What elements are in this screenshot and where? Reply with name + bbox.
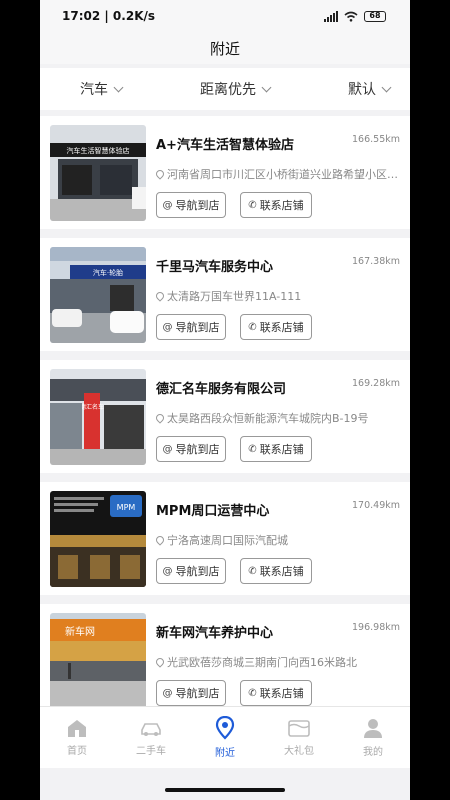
shop-photo: MPM <box>50 491 146 587</box>
navigation-icon: @ <box>162 687 173 699</box>
navigation-icon: @ <box>162 199 173 211</box>
chevron-down-icon <box>381 82 392 92</box>
battery-icon: 68 <box>364 10 386 22</box>
bottom-tab-bar: 首页 二手车 附近 大礼包 我的 <box>40 706 410 768</box>
user-icon <box>364 719 382 738</box>
navigation-icon: @ <box>162 321 173 333</box>
location-pin-icon <box>156 656 166 668</box>
shop-card[interactable]: MPM MPM周口运营中心 170.49km 宁洛高速周口国际汽配城 @ 导航到店… <box>40 482 410 595</box>
shop-photo: 德汇名车 <box>50 369 146 465</box>
gift-icon <box>288 720 310 737</box>
home-indicator <box>165 788 285 792</box>
navigate-to-shop-button[interactable]: @ 导航到店 <box>156 680 226 706</box>
navigate-to-shop-button[interactable]: @ 导航到店 <box>156 314 226 340</box>
shop-photo: 新车网 <box>50 613 146 709</box>
navigation-icon: @ <box>162 443 173 455</box>
shop-address: 太昊路西段众恒新能源汽车城院内B-19号 <box>156 410 400 426</box>
phone-icon: ✆ <box>248 321 257 333</box>
shop-distance: 196.98km <box>352 622 400 633</box>
shop-card[interactable]: 德汇名车 德汇名车服务有限公司 169.28km 太昊路西段众恒新能源汽车城院内… <box>40 360 410 473</box>
phone-icon: ✆ <box>248 199 257 211</box>
shop-list: 汽车生活智慧体验店 A+汽车生活智慧体验店 166.55km 河南省周口市川汇区… <box>40 116 410 726</box>
tab-profile[interactable]: 我的 <box>336 707 410 768</box>
phone-icon: ✆ <box>248 443 257 455</box>
filter-bar: 汽车 距离优先 默认 <box>40 68 410 110</box>
status-icons: 68 <box>324 10 386 22</box>
signal-icon <box>324 10 338 22</box>
filter-category[interactable]: 汽车 <box>80 79 124 99</box>
shop-name: A+汽车生活智慧体验店 <box>156 138 294 153</box>
shop-card[interactable]: 新车网 新车网汽车养护中心 196.98km 光武欧蓓莎商城三期南门向西16米路… <box>40 604 410 717</box>
shop-name: MPM周口运营中心 <box>156 504 270 519</box>
app-screen: 17:02 | 0.2K/s 68 附近 汽车 距离优先 默认 汽车生活智慧体验… <box>40 0 410 800</box>
tab-nearby[interactable]: 附近 <box>188 707 262 768</box>
shop-distance: 170.49km <box>352 500 400 511</box>
location-icon <box>215 716 235 740</box>
navigate-to-shop-button[interactable]: @ 导航到店 <box>156 436 226 462</box>
contact-shop-button[interactable]: ✆ 联系店铺 <box>240 192 312 218</box>
location-pin-icon <box>156 290 166 302</box>
navigate-to-shop-button[interactable]: @ 导航到店 <box>156 558 226 584</box>
chevron-down-icon <box>113 82 124 92</box>
tab-gift[interactable]: 大礼包 <box>262 707 336 768</box>
contact-shop-button[interactable]: ✆ 联系店铺 <box>240 680 312 706</box>
contact-shop-button[interactable]: ✆ 联系店铺 <box>240 558 312 584</box>
filter-sort[interactable]: 距离优先 <box>200 79 272 99</box>
shop-name: 千里马汽车服务中心 <box>156 260 274 275</box>
shop-distance: 166.55km <box>352 134 400 145</box>
shop-address: 宁洛高速周口国际汽配城 <box>156 532 400 548</box>
status-time: 17:02 | 0.2K/s <box>62 9 156 23</box>
phone-icon: ✆ <box>248 687 257 699</box>
shop-name: 德汇名车服务有限公司 <box>156 382 287 397</box>
status-bar: 17:02 | 0.2K/s 68 <box>40 0 410 32</box>
shop-name: 新车网汽车养护中心 <box>156 626 274 641</box>
tab-home[interactable]: 首页 <box>40 707 114 768</box>
contact-shop-button[interactable]: ✆ 联系店铺 <box>240 436 312 462</box>
contact-shop-button[interactable]: ✆ 联系店铺 <box>240 314 312 340</box>
shop-distance: 169.28km <box>352 378 400 389</box>
shop-address: 河南省周口市川汇区小桥街道兴业路希望小区西南角 <box>156 166 400 182</box>
svg-text:德汇名车: 德汇名车 <box>80 403 104 411</box>
svg-text:汽车·轮胎: 汽车·轮胎 <box>93 268 123 277</box>
shop-card[interactable]: 汽车·轮胎 千里马汽车服务中心 167.38km 太清路万国车世界11A-111… <box>40 238 410 351</box>
location-pin-icon <box>156 168 166 180</box>
page-title: 附近 <box>40 32 410 64</box>
shop-distance: 167.38km <box>352 256 400 267</box>
svg-text:MPM: MPM <box>117 503 136 512</box>
navigation-icon: @ <box>162 565 173 577</box>
wifi-icon <box>344 11 358 22</box>
home-icon <box>68 720 86 737</box>
car-icon <box>141 723 161 736</box>
shop-card[interactable]: 汽车生活智慧体验店 A+汽车生活智慧体验店 166.55km 河南省周口市川汇区… <box>40 116 410 229</box>
chevron-down-icon <box>261 82 272 92</box>
shop-address: 光武欧蓓莎商城三期南门向西16米路北 <box>156 654 400 670</box>
shop-photo: 汽车生活智慧体验店 <box>50 125 146 221</box>
location-pin-icon <box>156 412 166 424</box>
svg-text:新车网: 新车网 <box>65 625 95 638</box>
shop-address: 太清路万国车世界11A-111 <box>156 288 400 304</box>
tab-used-cars[interactable]: 二手车 <box>114 707 188 768</box>
location-pin-icon <box>156 534 166 546</box>
phone-icon: ✆ <box>248 565 257 577</box>
navigate-to-shop-button[interactable]: @ 导航到店 <box>156 192 226 218</box>
svg-text:汽车生活智慧体验店: 汽车生活智慧体验店 <box>67 146 130 155</box>
filter-default[interactable]: 默认 <box>348 79 392 99</box>
shop-photo: 汽车·轮胎 <box>50 247 146 343</box>
